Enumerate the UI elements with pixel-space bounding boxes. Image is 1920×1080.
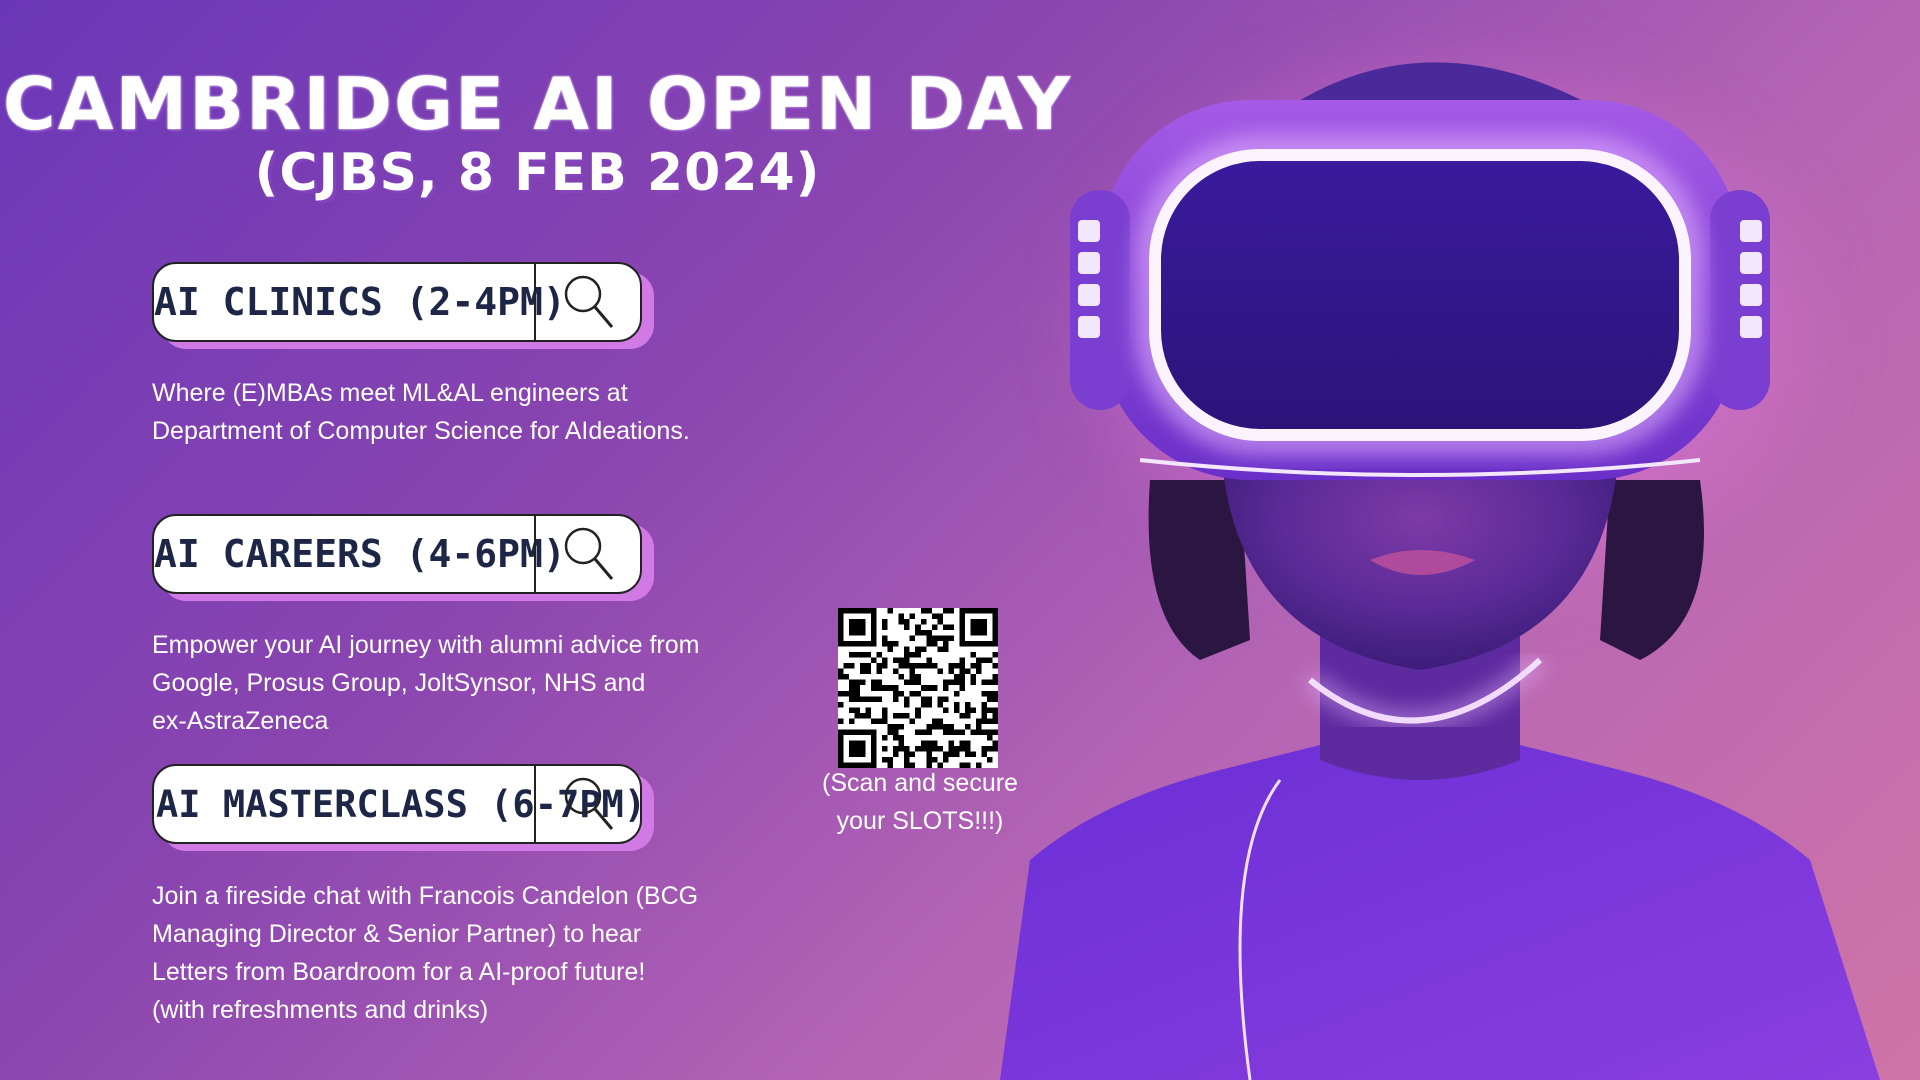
description-line: (with refreshments and drinks)	[152, 996, 489, 1024]
search-icon	[564, 275, 614, 328]
description-line: ex-AstraZeneca	[152, 707, 329, 735]
visor-lens	[1149, 149, 1691, 441]
session-description-careers: Empower your AI journey with alumni advi…	[152, 626, 752, 740]
description-line: Managing Director & Senior Partner) to h…	[152, 920, 642, 948]
search-bar[interactable]: AI CAREERS (4-6PM)	[152, 514, 642, 594]
session-pill-clinics[interactable]: AI CLINICS (2-4PM)	[152, 262, 654, 349]
search-icon	[564, 777, 614, 830]
session-label: AI CAREERS (4-6PM)	[154, 532, 566, 576]
shirt	[1000, 740, 1880, 1080]
session-pill-careers[interactable]: AI CAREERS (4-6PM)	[152, 514, 654, 601]
description-line: Letters from Boardroom for a AI-proof fu…	[152, 958, 646, 986]
session-label: AI MASTERCLASS (6-7PM)	[156, 782, 647, 826]
session-label: AI CLINICS (2-4PM)	[154, 280, 566, 324]
search-icon	[564, 527, 614, 580]
session-description-clinics: Where (E)MBAs meet ML&AL engineers at De…	[152, 374, 752, 450]
description-line: Join a fireside chat with Francois Cande…	[152, 882, 699, 910]
session-pill-masterclass[interactable]: AI MASTERCLASS (6-7PM)	[152, 764, 654, 851]
description-line: Google, Prosus Group, JoltSynsor, NHS an…	[152, 669, 646, 697]
search-button[interactable]	[536, 766, 642, 842]
description-line: Empower your AI journey with alumni advi…	[152, 631, 700, 659]
description-line: Where (E)MBAs meet ML&AL engineers at	[152, 379, 628, 407]
session-description-masterclass: Join a fireside chat with Francois Cande…	[152, 877, 752, 1029]
vr-headset-illustration	[1000, 62, 1880, 1080]
page-subtitle: (CJBS, 8 FEB 2024)	[254, 143, 821, 203]
search-button[interactable]	[536, 264, 642, 340]
search-button[interactable]	[536, 516, 642, 592]
description-line: Department of Computer Science for AIdea…	[152, 417, 690, 445]
page-title: CAMBRIDGE AI OPEN DAY	[2, 62, 1073, 146]
search-bar[interactable]: AI MASTERCLASS (6-7PM)	[152, 764, 647, 844]
search-bar[interactable]: AI CLINICS (2-4PM)	[152, 262, 642, 342]
